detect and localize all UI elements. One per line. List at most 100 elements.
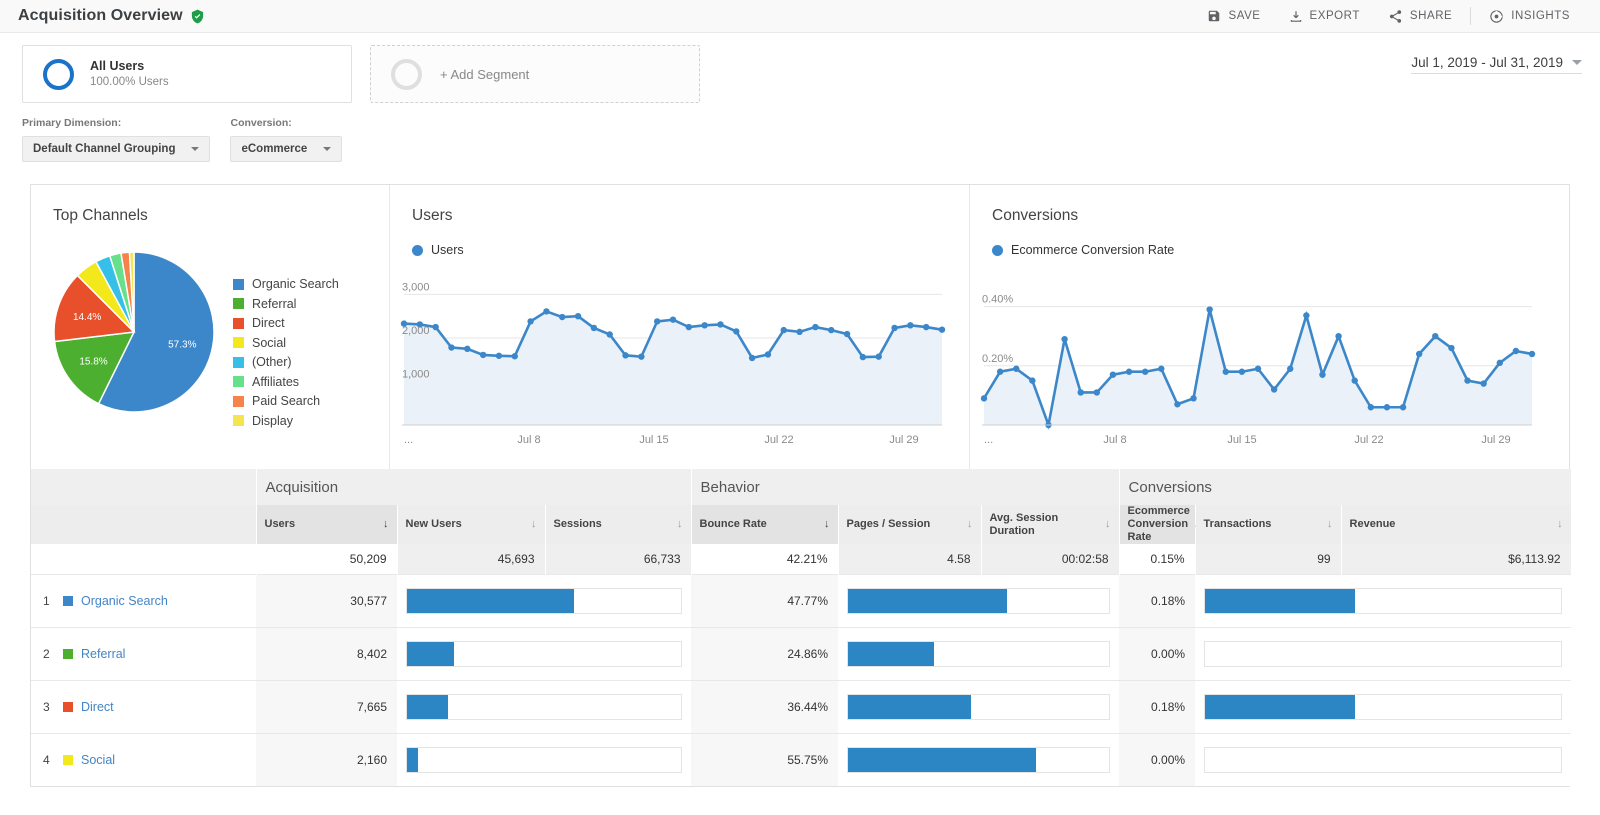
chart-data-point[interactable] <box>1287 366 1293 372</box>
chart-data-point[interactable] <box>1239 369 1245 375</box>
row-dimension-cell[interactable]: 2 Referral <box>31 627 256 680</box>
column-header-users[interactable]: Users ↓ <box>256 505 397 544</box>
chart-data-point[interactable] <box>749 355 755 361</box>
chart-data-point[interactable] <box>1464 377 1470 383</box>
row-channel-link[interactable]: Organic Search <box>81 594 168 608</box>
chart-data-point[interactable] <box>559 314 565 320</box>
sort-arrow-icon[interactable]: ↓ <box>824 518 830 531</box>
chart-data-point[interactable] <box>496 353 502 359</box>
chart-data-point[interactable] <box>860 354 866 360</box>
chart-data-point[interactable] <box>701 322 707 328</box>
column-header-ecommerce-conversion-rate[interactable]: Ecommerce Conversion Rate ↓ <box>1119 505 1195 544</box>
table-row[interactable]: 2 Referral 8,402 24.86% 0.00% <box>31 627 1571 680</box>
chart-data-point[interactable] <box>1126 369 1132 375</box>
chart-data-point[interactable] <box>1513 348 1519 354</box>
chart-data-point[interactable] <box>1319 371 1325 377</box>
row-dimension-cell[interactable]: 4 Social <box>31 733 256 786</box>
column-header-avg-session-duration[interactable]: Avg. Session Duration ↓ <box>981 505 1119 544</box>
pie-legend-item[interactable]: (Other) <box>233 355 339 369</box>
chart-data-point[interactable] <box>1335 333 1341 339</box>
row-channel-link[interactable]: Referral <box>81 647 125 661</box>
sort-arrow-icon[interactable]: ↓ <box>1327 518 1333 531</box>
save-button[interactable]: SAVE <box>1193 0 1274 33</box>
chart-data-point[interactable] <box>923 324 929 330</box>
column-header-new-users[interactable]: New Users ↓ <box>397 505 545 544</box>
column-header-pages-session[interactable]: Pages / Session ↓ <box>838 505 981 544</box>
chart-data-point[interactable] <box>1094 389 1100 395</box>
sort-arrow-icon[interactable]: ↓ <box>1557 518 1563 531</box>
row-channel-link[interactable]: Direct <box>81 700 114 714</box>
pie-legend-item[interactable]: Affiliates <box>233 375 339 389</box>
chart-data-point[interactable] <box>717 321 723 327</box>
sort-arrow-icon[interactable]: ↓ <box>383 518 389 531</box>
chart-data-point[interactable] <box>781 327 787 333</box>
chart-data-point[interactable] <box>828 327 834 333</box>
chart-data-point[interactable] <box>1223 369 1229 375</box>
column-header-transactions[interactable]: Transactions ↓ <box>1195 505 1341 544</box>
chart-data-point[interactable] <box>1174 401 1180 407</box>
chart-data-point[interactable] <box>765 351 771 357</box>
chart-data-point[interactable] <box>1110 371 1116 377</box>
segment-all-users[interactable]: All Users 100.00% Users <box>22 45 352 103</box>
pie-legend-item[interactable]: Social <box>233 336 339 350</box>
chart-data-point[interactable] <box>543 308 549 314</box>
export-button[interactable]: EXPORT <box>1275 0 1374 33</box>
chart-data-point[interactable] <box>1352 377 1358 383</box>
chart-data-point[interactable] <box>1271 386 1277 392</box>
chart-data-point[interactable] <box>1158 366 1164 372</box>
chart-data-point[interactable] <box>1061 336 1067 342</box>
chart-data-point[interactable] <box>907 322 913 328</box>
chart-data-point[interactable] <box>607 331 613 337</box>
insights-button[interactable]: INSIGHTS <box>1475 0 1584 33</box>
chart-data-point[interactable] <box>575 313 581 319</box>
chart-data-point[interactable] <box>997 369 1003 375</box>
users-line-chart[interactable]: 1,0002,0003,000...Jul 8Jul 15Jul 22Jul 2… <box>390 265 950 455</box>
chart-data-point[interactable] <box>1029 377 1035 383</box>
chart-data-point[interactable] <box>733 328 739 334</box>
sort-arrow-icon[interactable]: ↓ <box>531 518 537 531</box>
row-channel-link[interactable]: Social <box>81 753 115 767</box>
chart-data-point[interactable] <box>464 346 470 352</box>
chart-data-point[interactable] <box>670 316 676 322</box>
chart-data-point[interactable] <box>1416 351 1422 357</box>
column-header-bounce-rate[interactable]: Bounce Rate ↓ <box>691 505 838 544</box>
row-dimension-cell[interactable]: 1 Organic Search <box>31 574 256 627</box>
chart-data-point[interactable] <box>981 395 987 401</box>
chart-data-point[interactable] <box>891 325 897 331</box>
chart-data-point[interactable] <box>1480 380 1486 386</box>
chart-data-point[interactable] <box>480 352 486 358</box>
date-range-picker[interactable]: Jul 1, 2019 - Jul 31, 2019 <box>1411 55 1582 74</box>
chart-data-point[interactable] <box>1142 369 1148 375</box>
sort-arrow-icon[interactable]: ↓ <box>967 518 973 531</box>
chart-data-point[interactable] <box>1013 366 1019 372</box>
chart-data-point[interactable] <box>1448 345 1454 351</box>
pie-legend-item[interactable]: Paid Search <box>233 394 339 408</box>
column-header-revenue[interactable]: Revenue ↓ <box>1341 505 1571 544</box>
pie-legend-item[interactable]: Direct <box>233 316 339 330</box>
chart-data-point[interactable] <box>1303 312 1309 318</box>
chart-data-point[interactable] <box>448 344 454 350</box>
row-dimension-cell[interactable]: 3 Direct <box>31 680 256 733</box>
chart-data-point[interactable] <box>796 329 802 335</box>
chart-data-point[interactable] <box>1368 404 1374 410</box>
chart-data-point[interactable] <box>1384 404 1390 410</box>
primary-dimension-select[interactable]: Default Channel Grouping <box>22 136 210 162</box>
chart-data-point[interactable] <box>939 326 945 332</box>
chart-data-point[interactable] <box>1400 404 1406 410</box>
chart-data-point[interactable] <box>1206 306 1212 312</box>
chart-data-point[interactable] <box>686 324 692 330</box>
chart-data-point[interactable] <box>622 352 628 358</box>
chart-data-point[interactable] <box>876 353 882 359</box>
chart-data-point[interactable] <box>1497 360 1503 366</box>
top-channels-pie-chart[interactable]: 57.3%15.8%14.4% <box>49 247 219 417</box>
share-button[interactable]: SHARE <box>1374 0 1466 33</box>
pie-legend-item[interactable]: Referral <box>233 297 339 311</box>
chart-data-point[interactable] <box>432 324 438 330</box>
chart-data-point[interactable] <box>654 318 660 324</box>
chart-data-point[interactable] <box>1190 395 1196 401</box>
chart-data-point[interactable] <box>1078 389 1084 395</box>
table-row[interactable]: 3 Direct 7,665 36.44% 0.18% <box>31 680 1571 733</box>
chart-data-point[interactable] <box>638 353 644 359</box>
conversions-line-chart[interactable]: 0.20%0.40%...Jul 8Jul 15Jul 22Jul 29 <box>970 265 1540 455</box>
sort-arrow-icon[interactable]: ↓ <box>1105 518 1111 531</box>
